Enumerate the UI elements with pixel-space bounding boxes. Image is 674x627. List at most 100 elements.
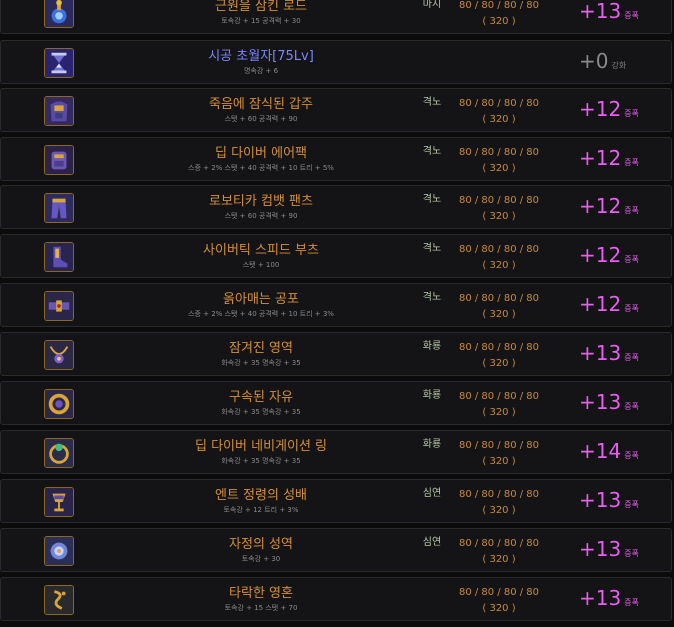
- item-stats: 화속강 + 35 명속강 + 35: [221, 457, 301, 465]
- item-stats: 스탯 + 100: [242, 261, 280, 269]
- item-stats: 토속강 + 15 공격력 + 30: [221, 17, 301, 25]
- item-tag: 격노: [422, 292, 442, 303]
- enhancement-label: 증폭: [624, 255, 639, 264]
- item-name: 죽음에 잠식된 갑주: [209, 97, 313, 112]
- enhancement-label: 증폭: [624, 11, 639, 20]
- equipment-row[interactable]: 엔트 정령의 성배토속강 + 12 트리 + 3% 심연 80 / 80 / 80 …: [0, 479, 672, 523]
- rod-icon: [44, 0, 74, 28]
- equipment-row[interactable]: 구속된 자유 화속강 + 35 명속강 + 35 화룡 80 / 80 / 80 / …: [0, 381, 672, 425]
- item-stats: 토속강 + 12 트리 + 3%: [223, 506, 299, 514]
- enhancement-level: +13 증폭: [579, 341, 639, 365]
- enhancement-level: +13 증폭: [579, 390, 639, 414]
- enhancement-label: 증폭: [624, 402, 639, 411]
- enhancement-value: +13: [579, 586, 622, 610]
- enhancement-value: +12: [579, 194, 622, 218]
- option-total: ( 320 ): [482, 163, 516, 174]
- option-total: ( 320 ): [482, 554, 516, 565]
- ring-icon: [44, 438, 74, 468]
- enhancement-level: +13 증폭: [579, 586, 639, 610]
- equipment-row[interactable]: 사이버틱 스피드 부츠 스탯 + 100 격노 80 / 80 / 80 / 80 ( …: [0, 234, 672, 278]
- equipment-row[interactable]: 타락한 영혼 토속강 + 15 스탯 + 70 80 / 80 / 80 / 80 (…: [0, 577, 672, 621]
- enhancement-label: 증폭: [624, 598, 639, 607]
- enhancement-value: +13: [579, 537, 622, 561]
- enhancement-label: 증폭: [624, 500, 639, 509]
- option-total: ( 320 ): [482, 16, 516, 27]
- option-total: ( 320 ): [482, 260, 516, 271]
- enhancement-level: +13 증폭: [579, 537, 639, 561]
- enhancement-label: 증폭: [624, 109, 639, 118]
- option-values: 80 / 80 / 80 / 80: [458, 391, 540, 402]
- airpack-icon: [44, 145, 74, 175]
- grail-icon: [44, 487, 74, 517]
- item-tag: 마지: [422, 0, 442, 10]
- enhancement-level: +13 증폭: [579, 488, 639, 512]
- item-tag: 화룡: [422, 390, 442, 401]
- enhancement-level: +14 증폭: [579, 439, 639, 463]
- option-values: 80 / 80 / 80 / 80: [458, 440, 540, 451]
- item-stats: 스탯 + 60 공격력 + 90: [224, 115, 298, 123]
- option-total: ( 320 ): [482, 358, 516, 369]
- enhancement-label: 증폭: [624, 549, 639, 558]
- equipment-row[interactable]: 로보티카 컴뱃 팬츠스탯 + 60 공격력 + 90 격노 80 / 80 / 80…: [0, 185, 672, 229]
- hourglass-icon: [44, 48, 74, 78]
- item-name: 시공 초월자[75Lv]: [208, 49, 314, 64]
- equipment-row[interactable]: 잠겨진 영역 화속강 + 35 명속강 + 35 화룡 80 / 80 / 80 / …: [0, 332, 672, 376]
- item-name: 옭아매는 공포: [223, 292, 299, 307]
- item-tag: 격노: [422, 194, 442, 205]
- enhancement-value: +12: [579, 243, 622, 267]
- item-tag: 격노: [422, 97, 442, 108]
- option-values: 80 / 80 / 80 / 80: [458, 293, 540, 304]
- item-tag: 심연: [422, 488, 442, 499]
- enhancement-label: 강화: [611, 61, 627, 70]
- sanctuary-icon: [44, 536, 74, 566]
- enhancement-value: +13: [579, 390, 622, 414]
- item-name: 근원을 삼킨 로드: [215, 0, 307, 14]
- item-tag: 격노: [422, 146, 442, 157]
- equipment-row[interactable]: 근원을 삼킨 로드 토속강 + 15 공격력 + 30 마지 80 / 80 / 80…: [0, 0, 672, 34]
- item-stats: 스탯 + 60 공격력 + 90: [224, 212, 298, 220]
- item-name: 엔트 정령의 성배: [215, 488, 307, 503]
- enhancement-label: 증폭: [624, 451, 639, 460]
- equipment-row[interactable]: 옭아매는 공포스증 + 2% 스탯 + 40 공격력 + 10 트리 + 3% 격…: [0, 283, 672, 327]
- item-tag: 화룡: [422, 341, 442, 352]
- enhancement-label: 증폭: [624, 304, 639, 313]
- enhancement-level: +12 증폭: [579, 194, 639, 218]
- boots-icon: [44, 242, 74, 272]
- pants-icon: [44, 193, 74, 223]
- option-total: ( 320 ): [482, 456, 516, 467]
- enhancement-level: +12 증폭: [579, 243, 639, 267]
- enhancement-value: +12: [579, 97, 622, 121]
- item-name: 잠겨진 영역: [229, 341, 293, 356]
- option-values: 80 / 80 / 80 / 80: [458, 195, 540, 206]
- item-name: 딥 다이버 네비게이션 링: [195, 439, 327, 454]
- option-values: 80 / 80 / 80 / 80: [458, 489, 540, 500]
- option-total: ( 320 ): [482, 114, 516, 125]
- enhancement-label: 증폭: [624, 206, 639, 215]
- item-name: 로보티카 컴뱃 팬츠: [209, 194, 313, 209]
- item-name: 구속된 자유: [229, 390, 293, 405]
- belt-icon: [44, 291, 74, 321]
- option-values: 80 / 80 / 80 / 80: [458, 587, 540, 598]
- option-values: 80 / 80 / 80 / 80: [458, 147, 540, 158]
- item-stats: 스증 + 2% 스탯 + 40 공격력 + 10 트리 + 3%: [188, 310, 334, 318]
- equipment-row[interactable]: 시공 초월자[75Lv] 명속강 + 6 +0 강화: [0, 40, 672, 84]
- option-total: ( 320 ): [482, 211, 516, 222]
- equipment-row[interactable]: 자정의 성역 토속강 + 30 심연 80 / 80 / 80 / 80 ( 320 )…: [0, 528, 672, 572]
- enhancement-level: +0 강화: [579, 49, 626, 73]
- armor-icon: [44, 96, 74, 126]
- soul-icon: [44, 585, 74, 615]
- enhancement-value: +14: [579, 439, 622, 463]
- enhancement-value: +0: [579, 49, 609, 73]
- equipment-row[interactable]: 딥 다이버 에어팩 스증 + 2% 스탯 + 40 공격력 + 10 트리 + 5…: [0, 137, 672, 181]
- option-values: 80 / 80 / 80 / 80: [458, 342, 540, 353]
- equipment-row[interactable]: 죽음에 잠식된 갑주 스탯 + 60 공격력 + 90 격노 80 / 80 / 80…: [0, 88, 672, 132]
- item-name: 타락한 영혼: [229, 586, 293, 601]
- necklace-icon: [44, 340, 74, 370]
- item-stats: 스증 + 2% 스탯 + 40 공격력 + 10 트리 + 5%: [188, 164, 334, 172]
- bracelet-icon: [44, 389, 74, 419]
- equipment-row[interactable]: 딥 다이버 네비게이션 링 화속강 + 35 명속강 + 35 화룡 80 / 80 …: [0, 430, 672, 474]
- equipment-list: 근원을 삼킨 로드토속강 + 15 공격력 + 30 마지 80 / 80 / 80…: [0, 0, 674, 627]
- enhancement-value: +12: [579, 292, 622, 316]
- enhancement-level: +12 증폭: [579, 97, 639, 121]
- option-total: ( 320 ): [482, 603, 516, 614]
